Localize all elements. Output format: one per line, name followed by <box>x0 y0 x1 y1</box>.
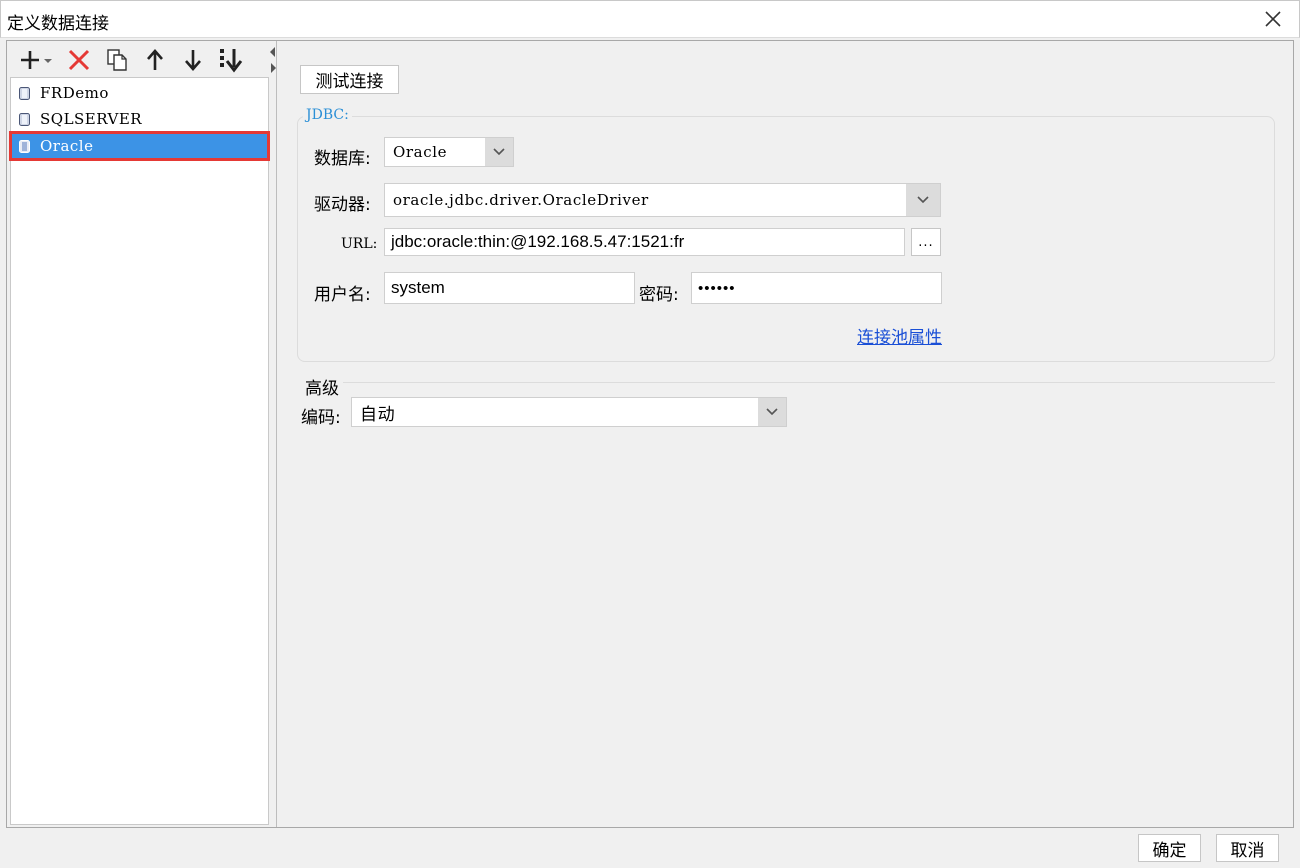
sort-button[interactable] <box>217 47 245 73</box>
connection-list: FRDemo SQLSERVER Oracle <box>9 77 270 825</box>
collapse-handle-icon[interactable] <box>269 45 277 75</box>
window-title: 定义数据连接 <box>7 14 109 34</box>
list-item-selected[interactable]: Oracle <box>9 131 270 161</box>
cancel-button[interactable]: 取消 <box>1216 834 1279 862</box>
test-connection-button[interactable]: 测试连接 <box>300 65 399 94</box>
driver-label: 驱动器: <box>314 195 371 215</box>
password-label: 密码: <box>639 285 679 305</box>
chevron-down-icon <box>906 184 940 216</box>
url-field[interactable]: jdbc:oracle:thin:@192.168.5.47:1521:fr <box>384 228 905 256</box>
encoding-value: 自动 <box>360 404 396 425</box>
url-browse-button[interactable]: ... <box>911 228 941 256</box>
list-item-label: FRDemo <box>40 84 109 102</box>
add-icon <box>21 51 52 69</box>
ok-button[interactable]: 确定 <box>1138 834 1201 862</box>
title-bar: 定义数据连接 <box>0 0 1300 38</box>
database-icon <box>19 86 30 100</box>
list-item-label: SQLSERVER <box>40 110 143 128</box>
password-field[interactable]: •••••• <box>691 272 942 304</box>
url-label: URL: <box>341 236 378 252</box>
list-item-label: Oracle <box>40 137 94 155</box>
encoding-label: 编码: <box>301 408 341 428</box>
close-icon[interactable] <box>1261 7 1285 31</box>
connection-toolbar <box>7 41 269 77</box>
copy-icon <box>107 49 127 71</box>
dialog-body: FRDemo SQLSERVER Oracle 测试连接 JDBC: 数据库: … <box>6 40 1294 828</box>
move-down-button[interactable] <box>179 47 207 73</box>
username-label: 用户名: <box>314 285 371 305</box>
sort-icon <box>220 49 243 73</box>
move-up-icon <box>147 49 163 70</box>
add-button[interactable] <box>19 47 55 73</box>
database-icon <box>19 112 30 126</box>
database-select[interactable]: Oracle <box>384 137 514 167</box>
username-field[interactable]: system <box>384 272 635 304</box>
encoding-select[interactable]: 自动 <box>351 397 787 427</box>
driver-value: oracle.jdbc.driver.OracleDriver <box>393 191 649 209</box>
connection-settings: 测试连接 JDBC: 数据库: Oracle 驱动器: oracle.jdbc.… <box>279 41 1293 827</box>
chevron-down-icon <box>758 398 786 426</box>
driver-select[interactable]: oracle.jdbc.driver.OracleDriver <box>384 183 941 217</box>
delete-icon <box>68 49 90 71</box>
advanced-label: 高级 <box>305 379 339 399</box>
pool-properties-link[interactable]: 连接池属性 <box>857 323 942 348</box>
copy-button[interactable] <box>103 47 131 73</box>
connection-panel: FRDemo SQLSERVER Oracle <box>7 41 277 827</box>
move-down-icon <box>185 50 201 71</box>
advanced-divider <box>343 382 1275 383</box>
chevron-down-icon <box>485 138 513 166</box>
database-icon <box>19 139 30 153</box>
list-item[interactable]: SQLSERVER <box>11 106 268 132</box>
database-label: 数据库: <box>314 149 371 169</box>
delete-button[interactable] <box>65 47 93 73</box>
move-up-button[interactable] <box>141 47 169 73</box>
database-value: Oracle <box>393 143 448 161</box>
jdbc-group-label: JDBC: <box>303 107 352 123</box>
list-item[interactable]: FRDemo <box>11 80 268 106</box>
